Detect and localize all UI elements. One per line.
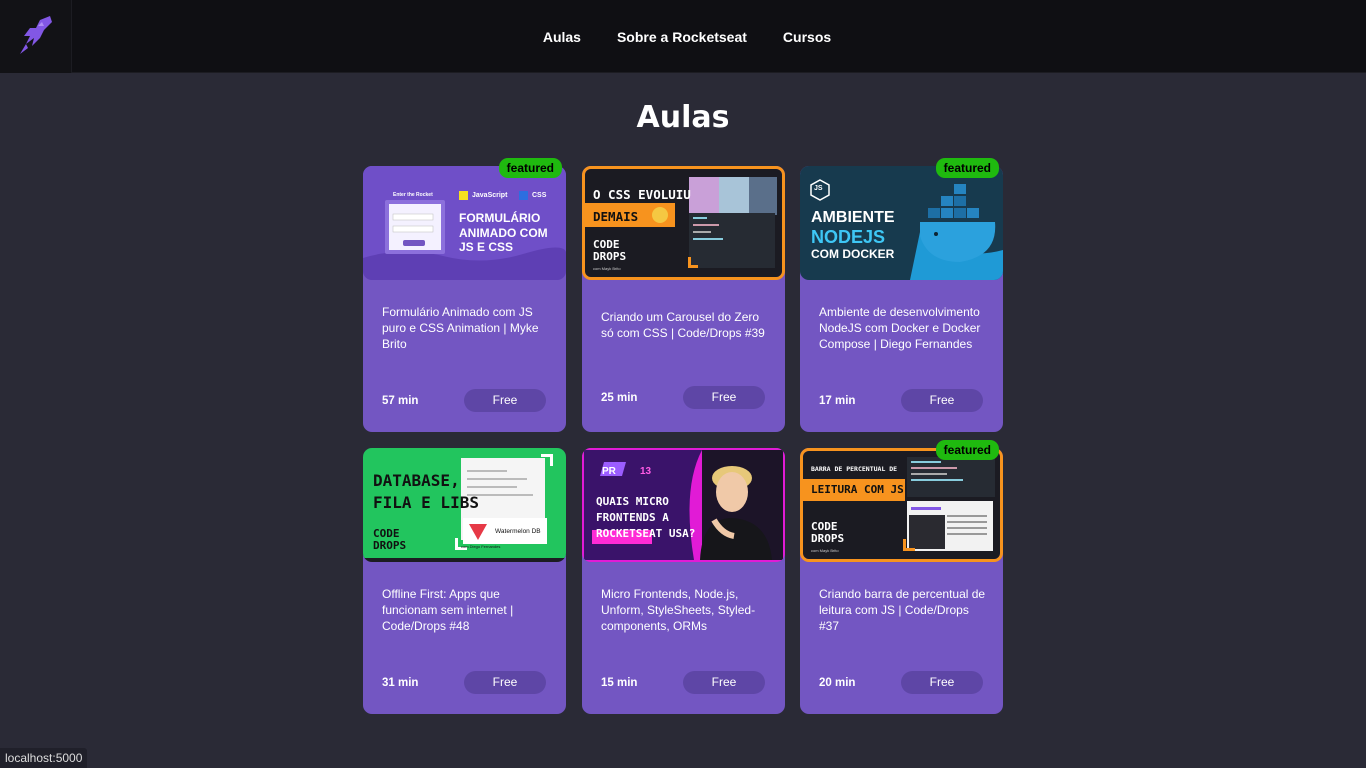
- lesson-thumbnail: DATABASE, FILA E LIBS CODE DROPS com Die…: [363, 448, 566, 562]
- nav-link-sobre[interactable]: Sobre a Rocketseat: [609, 29, 747, 45]
- nav-link-cursos[interactable]: Cursos: [775, 29, 831, 45]
- lesson-card[interactable]: PR 13 QUAIS MICRO FRONTENDS A ROCKETSEAT…: [582, 448, 785, 714]
- price-button[interactable]: Free: [464, 671, 546, 694]
- lesson-title[interactable]: Criando um Carousel do Zero só com CSS |…: [601, 309, 769, 341]
- price-button[interactable]: Free: [683, 671, 765, 694]
- page-title: Aulas: [636, 100, 730, 135]
- main-nav: Aulas Sobre a Rocketseat Cursos: [0, 0, 1366, 73]
- rocket-logo-icon: [20, 16, 52, 54]
- logo[interactable]: [0, 0, 72, 73]
- lesson-duration: 17 min: [819, 395, 856, 407]
- lesson-title[interactable]: Ambiente de desenvolvimento NodeJS com D…: [819, 304, 987, 352]
- lesson-card[interactable]: featured Enter the Rocket JavaScript CSS…: [363, 158, 566, 432]
- lesson-title[interactable]: Criando barra de percentual de leitura c…: [819, 586, 987, 634]
- lesson-card[interactable]: featured JS AMBIENTE NODEJS COM DOCKER A…: [800, 158, 1003, 432]
- price-button[interactable]: Free: [464, 389, 546, 412]
- status-bar-url: localhost:5000: [0, 748, 88, 768]
- price-button[interactable]: Free: [901, 671, 983, 694]
- featured-badge: featured: [498, 158, 562, 178]
- lesson-thumbnail: Enter the Rocket JavaScript CSS FORMULÁR…: [363, 166, 566, 280]
- top-bar: Aulas Sobre a Rocketseat Cursos: [0, 0, 1366, 73]
- lesson-card[interactable]: O CSS EVOLUIU DEMAIS CODE DROPS com Mayk…: [582, 166, 785, 432]
- lesson-duration: 20 min: [819, 677, 856, 689]
- featured-badge: featured: [935, 158, 999, 178]
- lesson-title[interactable]: Formulário Animado com JS puro e CSS Ani…: [382, 304, 550, 352]
- nav-link-aulas[interactable]: Aulas: [535, 29, 581, 45]
- lesson-thumbnail: O CSS EVOLUIU DEMAIS CODE DROPS com Mayk…: [582, 166, 785, 280]
- lesson-duration: 25 min: [601, 392, 638, 404]
- lesson-duration: 57 min: [382, 395, 419, 407]
- price-button[interactable]: Free: [683, 386, 765, 409]
- lesson-duration: 15 min: [601, 677, 638, 689]
- price-button[interactable]: Free: [901, 389, 983, 412]
- lesson-card[interactable]: DATABASE, FILA E LIBS CODE DROPS com Die…: [363, 448, 566, 714]
- lesson-card[interactable]: featured BARRA DE PERCENTUAL DE LEITURA …: [800, 440, 1003, 714]
- featured-badge: featured: [935, 440, 999, 460]
- lesson-duration: 31 min: [382, 677, 419, 689]
- lesson-thumbnail: JS AMBIENTE NODEJS COM DOCKER: [800, 166, 1003, 280]
- lesson-thumbnail: PR 13 QUAIS MICRO FRONTENDS A ROCKETSEAT…: [582, 448, 785, 562]
- lesson-title[interactable]: Micro Frontends, Node.js, Unform, StyleS…: [601, 586, 769, 634]
- lesson-thumbnail: BARRA DE PERCENTUAL DE LEITURA COM JS CO…: [800, 448, 1003, 562]
- lesson-title[interactable]: Offline First: Apps que funcionam sem in…: [382, 586, 550, 634]
